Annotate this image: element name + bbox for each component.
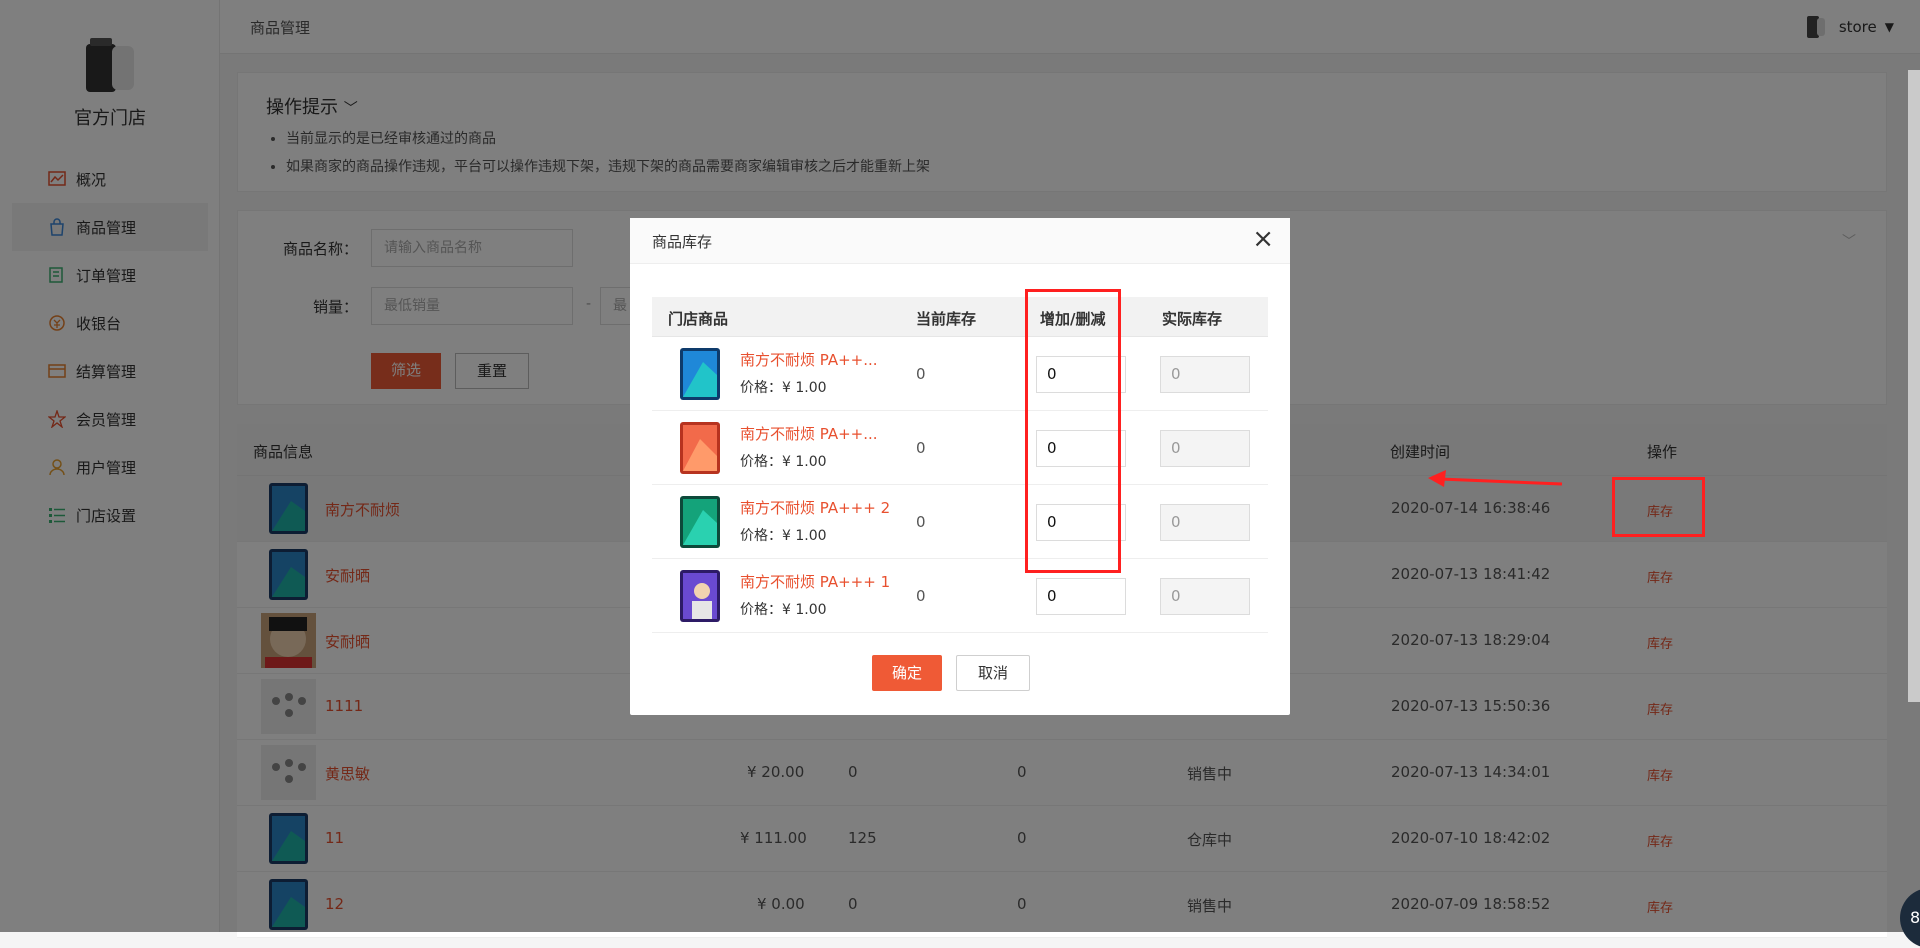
header-current-stock: 当前库存: [916, 310, 977, 328]
actual-stock-field: 0: [1160, 356, 1250, 393]
annotation-arrow-icon: [1428, 470, 1563, 487]
cancel-button[interactable]: 取消: [956, 655, 1030, 691]
stock-modal: 商品库存 × 门店商品 当前库存 增加/删减 实际库存 南方不耐烦 PA++..…: [630, 218, 1290, 715]
current-stock: 0: [916, 365, 926, 383]
product-thumbnail: [680, 496, 720, 548]
product-thumbnail: [680, 570, 720, 622]
header-actual-stock: 实际库存: [1162, 310, 1223, 328]
modal-title: 商品库存: [652, 233, 713, 251]
actual-stock-field: 0: [1160, 430, 1250, 467]
modal-header: 商品库存 ×: [630, 218, 1290, 264]
stock-row: 南方不耐烦 PA+++ 1 价格：¥ 1.00 0 0 0: [652, 559, 1268, 633]
current-stock: 0: [916, 513, 926, 531]
actual-stock-field: 0: [1160, 578, 1250, 615]
actual-stock-field: 0: [1160, 504, 1250, 541]
confirm-button[interactable]: 确定: [872, 655, 942, 691]
annotation-box: [1612, 477, 1705, 537]
annotation-box: [1025, 289, 1121, 573]
stock-table-header: 门店商品 当前库存 增加/删减 实际库存: [652, 297, 1268, 337]
current-stock: 0: [916, 439, 926, 457]
adjust-stock-input[interactable]: 0: [1036, 578, 1126, 615]
product-name-link[interactable]: 南方不耐烦 PA+++ 1: [740, 571, 890, 592]
product-price: 价格：¥ 1.00: [740, 380, 827, 396]
current-stock: 0: [916, 587, 926, 605]
product-name-link[interactable]: 南方不耐烦 PA++...: [740, 423, 878, 444]
stock-row: 南方不耐烦 PA+++ 2 价格：¥ 1.00 0 0 0: [652, 485, 1268, 559]
product-name-link[interactable]: 南方不耐烦 PA+++ 2: [740, 497, 890, 518]
page-scrollbar[interactable]: [1908, 70, 1920, 702]
close-icon[interactable]: ×: [1252, 226, 1274, 252]
product-price: 价格：¥ 1.00: [740, 454, 827, 470]
product-name-link[interactable]: 南方不耐烦 PA++...: [740, 349, 878, 370]
product-price: 价格：¥ 1.00: [740, 602, 827, 618]
header-store-product: 门店商品: [668, 310, 729, 328]
stock-row: 南方不耐烦 PA++... 价格：¥ 1.00 0 0 0: [652, 337, 1268, 411]
stock-row: 南方不耐烦 PA++... 价格：¥ 1.00 0 0 0: [652, 411, 1268, 485]
product-price: 价格：¥ 1.00: [740, 528, 827, 544]
product-thumbnail: [680, 422, 720, 474]
product-thumbnail: [680, 348, 720, 400]
